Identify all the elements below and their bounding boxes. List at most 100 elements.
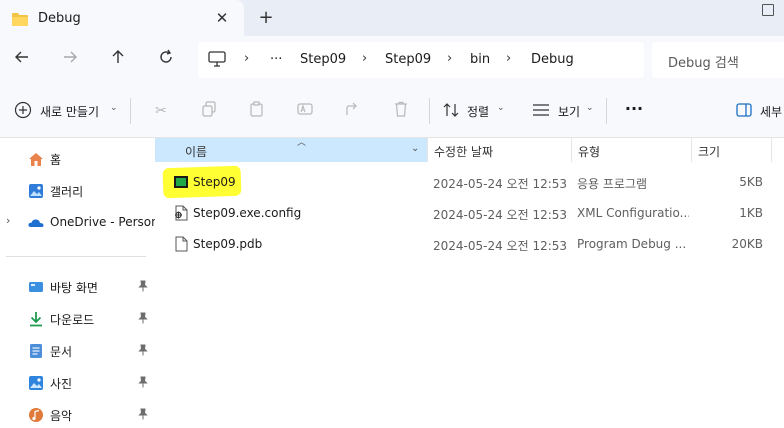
sidebar-item-gallery[interactable]: 갤러리 (0, 177, 155, 205)
file-size: 1KB (739, 206, 763, 220)
column-header-size[interactable]: 크기 (691, 138, 771, 162)
music-icon (28, 407, 44, 423)
more-options-icon[interactable]: ··· (624, 101, 644, 121)
chevron-right-icon[interactable]: › (6, 214, 10, 227)
computer-icon[interactable] (208, 51, 226, 70)
onedrive-icon (28, 215, 44, 231)
divider (606, 98, 607, 124)
sidebar-item-label: 홈 (50, 153, 62, 167)
sidebar-item-music[interactable]: 음악 (0, 401, 155, 428)
sidebar-item-label: 문서 (50, 345, 73, 359)
desktop-icon (28, 279, 44, 295)
column-header-label: 수정한 날짜 (434, 145, 494, 159)
column-header-row: ︿ 이름 ⌄ 수정한 날짜 유형 크기 (155, 138, 784, 162)
copy-icon[interactable] (199, 101, 219, 121)
documents-icon (28, 343, 44, 359)
tab-title: Debug (38, 11, 81, 26)
sidebar-item-downloads[interactable]: 다운로드 (0, 305, 155, 333)
back-arrow-icon[interactable] (10, 48, 34, 72)
up-arrow-icon[interactable] (106, 48, 130, 72)
chevron-down-icon: ⌄ (586, 103, 594, 113)
file-name: Step09.exe.config (193, 206, 302, 220)
breadcrumb[interactable]: › ··· Step09 › Step09 › bin › Debug (198, 42, 644, 78)
plus-circle-icon (14, 101, 32, 122)
new-tab-button[interactable]: + (256, 8, 276, 28)
delete-icon[interactable] (391, 101, 411, 121)
column-header-name[interactable]: ︿ 이름 ⌄ (155, 138, 427, 162)
table-row[interactable]: Step09.exe.config 2024-05-24 오전 12:53 XM… (155, 198, 784, 228)
sidebar-item-pictures[interactable]: 사진 (0, 369, 155, 397)
file-date: 2024-05-24 오전 12:53 (433, 208, 568, 222)
file-name: Step09 (193, 175, 236, 189)
rename-icon[interactable] (295, 101, 315, 121)
column-header-label: 크기 (698, 145, 721, 159)
navigation-pane: 홈 갤러리 › OneDrive - Persona 바탕 화면 다운로드 문서… (0, 138, 155, 428)
file-type: 응용 프로그램 (577, 177, 648, 191)
breadcrumb-item-step09[interactable]: Step09 (385, 52, 431, 67)
sort-icon (443, 102, 459, 121)
divider (429, 98, 430, 124)
pin-icon (138, 280, 148, 295)
sidebar-item-label: 갤러리 (50, 185, 84, 199)
close-tab-icon[interactable]: ✕ (212, 8, 232, 28)
breadcrumb-item-step09-root[interactable]: Step09 (300, 52, 346, 67)
address-bar: › ··· Step09 › Step09 › bin › Debug Debu… (0, 36, 784, 84)
column-divider[interactable] (771, 138, 772, 162)
table-row[interactable]: Step09 2024-05-24 오전 12:53 응용 프로그램 5KB (155, 165, 784, 199)
sidebar-item-documents[interactable]: 문서 (0, 337, 155, 365)
search-placeholder: Debug 검색 (668, 56, 739, 71)
breadcrumb-more[interactable]: ··· (270, 52, 282, 67)
breadcrumb-item-debug[interactable]: Debug (531, 52, 574, 67)
column-header-label: 유형 (578, 145, 601, 159)
file-date: 2024-05-24 오전 12:53 (433, 239, 568, 253)
paste-icon[interactable] (247, 101, 267, 121)
file-size: 20KB (731, 237, 763, 251)
file-icon (173, 236, 189, 252)
chevron-down-icon[interactable]: ⌄ (411, 143, 419, 154)
application-icon (173, 174, 189, 190)
sort-ascending-icon: ︿ (297, 138, 307, 148)
forward-arrow-icon[interactable] (58, 48, 82, 72)
view-icon (532, 103, 550, 120)
pin-icon (138, 312, 148, 327)
view-label: 보기 (558, 105, 581, 119)
table-row[interactable]: Step09.pdb 2024-05-24 오전 12:53 Program D… (155, 229, 784, 259)
cut-icon[interactable]: ✂ (151, 101, 171, 121)
breadcrumb-separator[interactable]: › (506, 51, 511, 66)
sidebar-item-desktop[interactable]: 바탕 화면 (0, 273, 155, 301)
breadcrumb-item-bin[interactable]: bin (470, 52, 490, 67)
share-icon[interactable] (343, 101, 363, 121)
column-header-type[interactable]: 유형 (571, 138, 691, 162)
column-header-date[interactable]: 수정한 날짜 (427, 138, 571, 162)
sidebar-item-onedrive[interactable]: › OneDrive - Persona (0, 209, 155, 237)
chevron-down-icon: ⌄ (497, 103, 505, 113)
file-list: ︿ 이름 ⌄ 수정한 날짜 유형 크기 Step09 2024-05-24 오전… (155, 138, 784, 428)
tab-debug[interactable]: Debug ✕ (0, 0, 244, 36)
details-label: 세부 (760, 105, 783, 119)
divider (130, 98, 131, 124)
sidebar-item-label: 사진 (50, 377, 73, 391)
sidebar-item-label: 음악 (50, 409, 73, 423)
breadcrumb-separator[interactable]: › (244, 51, 249, 66)
sidebar-item-label: OneDrive - Persona (50, 215, 155, 229)
folder-icon (12, 12, 28, 29)
file-size: 5KB (739, 175, 763, 189)
breadcrumb-separator[interactable]: › (362, 51, 367, 66)
new-button-label: 새로 만들기 (40, 105, 100, 119)
refresh-icon[interactable] (154, 48, 178, 72)
chevron-down-icon: ⌄ (110, 103, 118, 113)
download-icon (28, 311, 44, 327)
breadcrumb-separator[interactable]: › (447, 51, 452, 66)
pin-icon (138, 376, 148, 391)
sidebar-item-label: 바탕 화면 (50, 281, 98, 295)
pictures-icon (28, 375, 44, 391)
file-name: Step09.pdb (193, 237, 263, 251)
file-type: Program Debug ... (577, 237, 687, 251)
sidebar-divider (6, 256, 146, 257)
search-input[interactable]: Debug 검색 (652, 42, 784, 78)
config-file-icon (173, 205, 189, 221)
file-date: 2024-05-24 오전 12:53 (433, 177, 568, 191)
column-header-label: 이름 (185, 145, 208, 159)
maximize-icon[interactable] (762, 4, 774, 16)
sidebar-item-home[interactable]: 홈 (0, 145, 155, 173)
